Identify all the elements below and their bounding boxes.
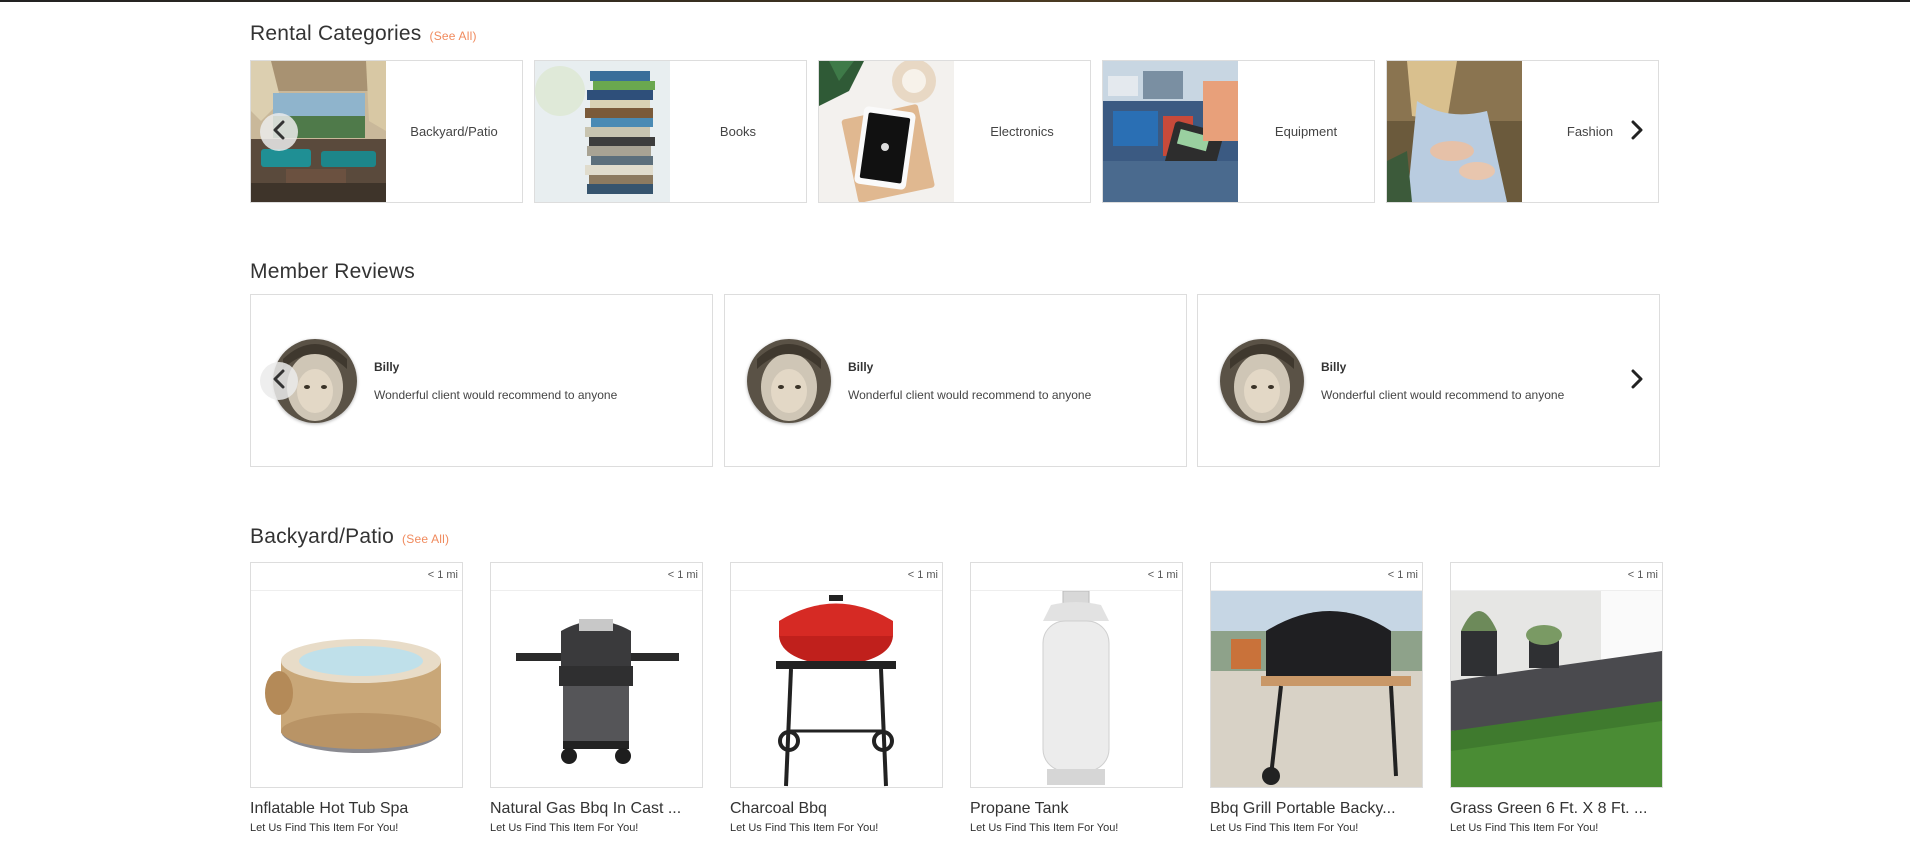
- reviews-prev-button[interactable]: [260, 362, 298, 400]
- categories-carousel: Backyard/Patio Books Electronics Equipme…: [250, 60, 1660, 203]
- distance-label: < 1 mi: [427, 569, 458, 581]
- tablet-image: [819, 61, 954, 202]
- product-title[interactable]: Charcoal Bbq: [730, 800, 943, 818]
- product-card[interactable]: < 1 mi Natural Gas Bbq In Cast ... Let U…: [490, 562, 703, 834]
- categories-title: Rental Categories: [250, 22, 422, 45]
- product-subtitle: Let Us Find This Item For You!: [250, 822, 399, 834]
- product-title[interactable]: Propane Tank: [970, 800, 1183, 818]
- reviewer-name: Billy: [848, 360, 874, 374]
- products-see-all-link[interactable]: (See All): [402, 532, 449, 546]
- product-image-box[interactable]: < 1 mi: [250, 562, 463, 788]
- products-heading: Backyard/Patio (See All): [250, 525, 449, 549]
- distance-label: < 1 mi: [1627, 569, 1658, 581]
- equipment-image: [1103, 61, 1238, 202]
- product-image-box[interactable]: < 1 mi: [490, 562, 703, 788]
- product-subtitle: Let Us Find This Item For You!: [970, 822, 1119, 834]
- chevron-left-icon: [272, 120, 286, 145]
- category-label: Equipment: [1274, 124, 1338, 139]
- category-label: Backyard/Patio: [410, 124, 498, 139]
- charcoal-bbq-image: [731, 590, 942, 787]
- categories-prev-button[interactable]: [260, 113, 298, 151]
- review-text: Wonderful client would recommend to anyo…: [848, 388, 1092, 402]
- reviews-title: Member Reviews: [250, 260, 416, 283]
- product-card[interactable]: < 1 mi Propane Tank Let Us Find This Ite…: [970, 562, 1183, 834]
- category-card-electronics[interactable]: Electronics: [818, 60, 1091, 203]
- product-subtitle: Let Us Find This Item For You!: [1450, 822, 1599, 834]
- product-image-box[interactable]: < 1 mi: [730, 562, 943, 788]
- distance-label: < 1 mi: [667, 569, 698, 581]
- fashion-image: [1387, 61, 1522, 202]
- review-card: Billy Wonderful client would recommend t…: [1197, 294, 1660, 467]
- propane-tank-image: [971, 590, 1182, 787]
- product-title[interactable]: Grass Green 6 Ft. X 8 Ft. ...: [1450, 800, 1663, 818]
- review-card: Billy Wonderful client would recommend t…: [250, 294, 713, 467]
- distance-label: < 1 mi: [1147, 569, 1178, 581]
- review-card: Billy Wonderful client would recommend t…: [724, 294, 1187, 467]
- chevron-right-icon: [1630, 120, 1644, 145]
- product-title[interactable]: Natural Gas Bbq In Cast ...: [490, 800, 703, 818]
- distance-label: < 1 mi: [907, 569, 938, 581]
- product-card[interactable]: < 1 mi Bbq Grill Portable Backy... Let U…: [1210, 562, 1423, 834]
- product-image-box[interactable]: < 1 mi: [1450, 562, 1663, 788]
- distance-label: < 1 mi: [1387, 569, 1418, 581]
- top-divider: [0, 0, 1910, 2]
- category-label: Electronics: [990, 124, 1054, 139]
- chevron-right-icon: [1630, 369, 1644, 394]
- artificial-grass-image: [1451, 590, 1662, 787]
- avatar: [747, 339, 831, 423]
- product-title[interactable]: Bbq Grill Portable Backy...: [1210, 800, 1423, 818]
- reviewer-name: Billy: [374, 360, 400, 374]
- product-card[interactable]: < 1 mi Charcoal Bbq Let Us Find This Ite…: [730, 562, 943, 834]
- product-image-box[interactable]: < 1 mi: [1210, 562, 1423, 788]
- gas-bbq-image: [491, 590, 702, 787]
- avatar: [1220, 339, 1304, 423]
- categories-see-all-link[interactable]: (See All): [430, 29, 477, 43]
- category-card-equipment[interactable]: Equipment: [1102, 60, 1375, 203]
- product-subtitle: Let Us Find This Item For You!: [490, 822, 639, 834]
- category-label: Books: [719, 124, 757, 139]
- hot-tub-image: [251, 590, 462, 787]
- products-title: Backyard/Patio: [250, 525, 395, 548]
- product-image-box[interactable]: < 1 mi: [970, 562, 1183, 788]
- product-card[interactable]: < 1 mi Inflatable Hot Tub Spa Let Us Fin…: [250, 562, 463, 834]
- categories-heading: Rental Categories (See All): [250, 22, 477, 46]
- categories-next-button[interactable]: [1622, 113, 1652, 151]
- product-card[interactable]: < 1 mi Grass Green 6 Ft. X 8 Ft. ... Let…: [1450, 562, 1663, 834]
- portable-bbq-image: [1211, 590, 1422, 787]
- category-card-books[interactable]: Books: [534, 60, 807, 203]
- category-card-fashion[interactable]: Fashion: [1386, 60, 1659, 203]
- review-text: Wonderful client would recommend to anyo…: [1321, 388, 1565, 402]
- chevron-left-icon: [272, 369, 286, 394]
- review-text: Wonderful client would recommend to anyo…: [374, 388, 618, 402]
- reviews-next-button[interactable]: [1622, 362, 1652, 400]
- books-image: [535, 61, 670, 202]
- product-subtitle: Let Us Find This Item For You!: [730, 822, 879, 834]
- product-title[interactable]: Inflatable Hot Tub Spa: [250, 800, 463, 818]
- product-subtitle: Let Us Find This Item For You!: [1210, 822, 1359, 834]
- reviewer-name: Billy: [1321, 360, 1347, 374]
